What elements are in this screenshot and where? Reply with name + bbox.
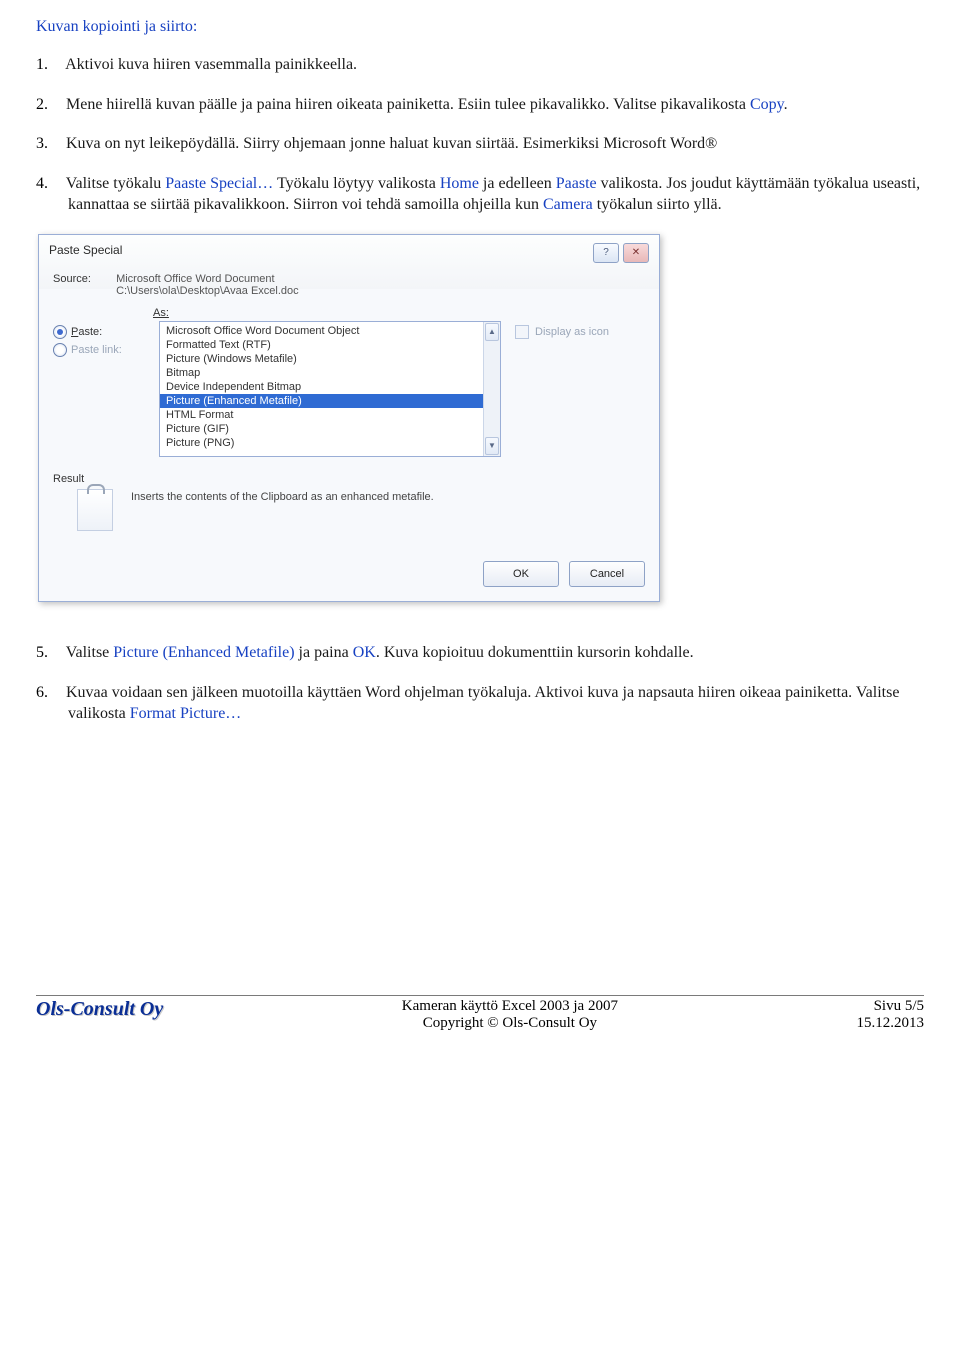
step-1: 1. Aktivoi kuva hiiren vasemmalla painik… <box>36 54 924 76</box>
step-number: 6. <box>36 682 62 704</box>
page-footer: Ols-Consult Oy Kameran käyttö Excel 2003… <box>36 995 924 1032</box>
list-item[interactable]: Bitmap <box>160 366 500 380</box>
scrollbar[interactable]: ▲ ▼ <box>483 322 500 456</box>
list-item[interactable]: Microsoft Office Word Document Object <box>160 324 500 338</box>
list-item[interactable]: Formatted Text (RTF) <box>160 338 500 352</box>
ok-button[interactable]: OK <box>483 561 559 587</box>
list-item[interactable]: Device Independent Bitmap <box>160 380 500 394</box>
step-text: . Kuva kopioituu dokumenttiin kursorin k… <box>376 644 694 661</box>
paste-special-dialog: Paste Special ? ✕ Source: Microsoft Offi… <box>38 234 660 602</box>
list-item[interactable]: Picture (PNG) <box>160 436 500 450</box>
link-paste-special: Paaste Special… <box>165 175 273 192</box>
link-home: Home <box>440 175 479 192</box>
cancel-button[interactable]: Cancel <box>569 561 645 587</box>
source-path: C:\Users\ola\Desktop\Avaa Excel.doc <box>116 285 299 297</box>
step-text: Mene hiirellä kuvan päälle ja paina hiir… <box>66 96 750 113</box>
step-text: Aktivoi kuva hiiren vasemmalla painikkee… <box>65 56 357 73</box>
help-button[interactable]: ? <box>593 243 619 263</box>
step-text: työkalun siirto yllä. <box>593 196 722 213</box>
step-number: 4. <box>36 173 62 195</box>
footer-copyright: Copyright © Ols-Consult Oy <box>423 1015 597 1031</box>
step-number: 1. <box>36 54 62 76</box>
radio-icon <box>53 343 67 357</box>
radio-label: Paste link: <box>71 344 122 356</box>
scroll-up-icon[interactable]: ▲ <box>485 323 499 341</box>
link-picture-emf: Picture (Enhanced Metafile) <box>113 644 294 661</box>
radio-icon <box>53 325 67 339</box>
as-label: As: <box>153 307 645 319</box>
format-listbox[interactable]: Microsoft Office Word Document Object Fo… <box>159 321 501 457</box>
step-text: Valitse työkalu <box>66 175 166 192</box>
result-section: Result Inserts the contents of the Clipb… <box>53 473 645 531</box>
link-format-picture: Format Picture… <box>130 705 242 722</box>
step-text: Kuva on nyt leikepöydällä. Siirry ohjema… <box>66 135 717 152</box>
list-item-selected[interactable]: Picture (Enhanced Metafile) <box>160 394 500 408</box>
step-text: Työkalu löytyy valikosta <box>273 175 440 192</box>
step-6: 6. Kuvaa voidaan sen jälkeen muotoilla k… <box>36 682 924 725</box>
display-as-icon-option: Display as icon <box>515 321 645 339</box>
steps-list: 1. Aktivoi kuva hiiren vasemmalla painik… <box>36 54 924 216</box>
step-2: 2. Mene hiirellä kuvan päälle ja paina h… <box>36 94 924 116</box>
list-item[interactable]: HTML Format <box>160 408 500 422</box>
list-item[interactable]: Picture (Windows Metafile) <box>160 352 500 366</box>
dialog-title: Paste Special <box>49 243 122 257</box>
checkbox-icon <box>515 325 529 339</box>
footer-page: Sivu 5/5 <box>874 998 924 1014</box>
link-copy: Copy <box>750 96 784 113</box>
close-button[interactable]: ✕ <box>623 243 649 263</box>
link-paste: Paaste <box>556 175 597 192</box>
section-heading: Kuvan kopiointi ja siirto: <box>36 18 924 36</box>
step-text: ja edelleen <box>479 175 556 192</box>
footer-logo: Ols-Consult Oy <box>36 998 163 1021</box>
scroll-down-icon[interactable]: ▼ <box>485 437 499 455</box>
radio-paste[interactable]: Paste: <box>53 325 145 339</box>
checkbox-label: Display as icon <box>535 326 609 338</box>
source-value: Microsoft Office Word Document <box>116 273 275 285</box>
footer-center: Kameran käyttö Excel 2003 ja 2007 Copyri… <box>402 998 618 1032</box>
step-5: 5. Valitse Picture (Enhanced Metafile) j… <box>36 642 924 664</box>
step-text: ja paina <box>295 644 353 661</box>
step-number: 5. <box>36 642 62 664</box>
link-ok: OK <box>353 644 376 661</box>
list-item[interactable]: Picture (GIF) <box>160 422 500 436</box>
footer-date: 15.12.2013 <box>857 1015 925 1031</box>
clipboard-icon <box>77 489 113 531</box>
step-number: 2. <box>36 94 62 116</box>
link-camera: Camera <box>543 196 593 213</box>
result-description: Inserts the contents of the Clipboard as… <box>131 489 645 503</box>
footer-right: Sivu 5/5 15.12.2013 <box>857 998 925 1032</box>
step-3: 3. Kuva on nyt leikepöydällä. Siirry ohj… <box>36 133 924 155</box>
source-label: Source: <box>53 273 113 285</box>
paste-options: Paste: Paste link: <box>53 321 145 361</box>
result-label: Result <box>53 473 645 485</box>
source-row: Source: Microsoft Office Word Document C… <box>53 273 645 297</box>
step-text: Valitse <box>66 644 114 661</box>
step-text: . <box>784 96 788 113</box>
step-number: 3. <box>36 133 62 155</box>
radio-paste-link: Paste link: <box>53 343 145 357</box>
radio-label: Paste: <box>71 326 102 338</box>
footer-title: Kameran käyttö Excel 2003 ja 2007 <box>402 998 618 1014</box>
step-4: 4. Valitse työkalu Paaste Special… Työka… <box>36 173 924 216</box>
steps-list-continued: 5. Valitse Picture (Enhanced Metafile) j… <box>36 642 924 725</box>
